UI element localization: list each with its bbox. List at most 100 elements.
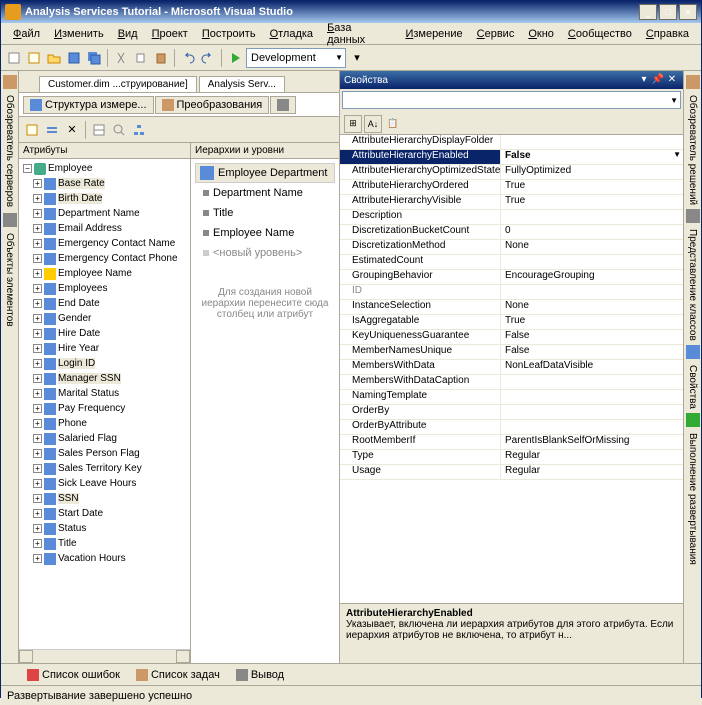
expand-icon[interactable]: + bbox=[33, 374, 42, 383]
hierarchy-level[interactable]: Employee Name bbox=[195, 223, 335, 243]
tab-properties[interactable]: Свойства bbox=[686, 361, 699, 413]
menu-service[interactable]: Сервис bbox=[471, 26, 521, 42]
menu-window[interactable]: Окно bbox=[522, 26, 560, 42]
subtab-more[interactable] bbox=[270, 96, 296, 114]
attribute-item[interactable]: +Sick Leave Hours bbox=[19, 476, 190, 491]
attribute-item[interactable]: +End Date bbox=[19, 296, 190, 311]
expand-icon[interactable]: + bbox=[33, 179, 42, 188]
expand-icon[interactable]: + bbox=[33, 404, 42, 413]
attribute-item[interactable]: +Sales Person Flag bbox=[19, 446, 190, 461]
save-icon[interactable] bbox=[65, 49, 83, 67]
expand-icon[interactable]: + bbox=[33, 464, 42, 473]
expand-icon[interactable]: + bbox=[33, 509, 42, 518]
hierarchy-level[interactable]: Title bbox=[195, 203, 335, 223]
attribute-item[interactable]: +Hire Year bbox=[19, 341, 190, 356]
property-row[interactable]: TypeRegular bbox=[340, 450, 683, 465]
properties-icon[interactable]: 📋 bbox=[384, 115, 402, 133]
property-row[interactable]: Description bbox=[340, 210, 683, 225]
hierarchy-group[interactable]: Employee Department bbox=[195, 163, 335, 183]
attribute-item[interactable]: +Gender bbox=[19, 311, 190, 326]
expand-icon[interactable]: + bbox=[33, 479, 42, 488]
tab-deployment[interactable]: Выполнение развертывания bbox=[686, 429, 699, 569]
property-row[interactable]: GroupingBehaviorEncourageGrouping bbox=[340, 270, 683, 285]
attribute-item[interactable]: +Employee Name bbox=[19, 266, 190, 281]
subtab-transforms[interactable]: Преобразования bbox=[155, 96, 270, 114]
close-panel-icon[interactable]: ✕ bbox=[665, 74, 679, 86]
property-row[interactable]: AttributeHierarchyOrderedTrue bbox=[340, 180, 683, 195]
expand-icon[interactable]: + bbox=[33, 434, 42, 443]
server-explorer-icon[interactable] bbox=[3, 75, 17, 89]
paste-icon[interactable] bbox=[152, 49, 170, 67]
attribute-item[interactable]: +Vacation Hours bbox=[19, 551, 190, 566]
hierarchy-level[interactable]: Department Name bbox=[195, 183, 335, 203]
property-row[interactable]: RootMemberIfParentIsBlankSelfOrMissing bbox=[340, 435, 683, 450]
menu-file[interactable]: Файл bbox=[7, 26, 46, 42]
menu-edit[interactable]: Изменить bbox=[48, 26, 110, 42]
menu-project[interactable]: Проект bbox=[146, 26, 194, 42]
redo-icon[interactable] bbox=[199, 49, 217, 67]
expand-icon[interactable]: + bbox=[33, 254, 42, 263]
property-row[interactable]: IsAggregatableTrue bbox=[340, 315, 683, 330]
expand-icon[interactable]: + bbox=[33, 284, 42, 293]
attribute-item[interactable]: +Hire Date bbox=[19, 326, 190, 341]
attribute-item[interactable]: +Marital Status bbox=[19, 386, 190, 401]
btab-tasklist[interactable]: Список задач bbox=[130, 668, 226, 682]
dropdown-chevron-icon[interactable]: ▾ bbox=[348, 49, 366, 67]
attribute-item[interactable]: +SSN bbox=[19, 491, 190, 506]
property-row[interactable]: AttributeHierarchyVisibleTrue bbox=[340, 195, 683, 210]
property-row[interactable]: AttributeHierarchyEnabledFalse bbox=[340, 150, 683, 165]
attribute-item[interactable]: +Emergency Contact Name bbox=[19, 236, 190, 251]
view-icon[interactable] bbox=[43, 121, 61, 139]
menu-dimension[interactable]: Измерение bbox=[399, 26, 468, 42]
pin-icon[interactable]: ▾ bbox=[637, 74, 651, 86]
property-row[interactable]: OrderBy bbox=[340, 405, 683, 420]
alphabetical-icon[interactable]: A↓ bbox=[364, 115, 382, 133]
attribute-item[interactable]: +Base Rate bbox=[19, 176, 190, 191]
copy-icon[interactable] bbox=[132, 49, 150, 67]
menu-database[interactable]: База данных bbox=[321, 20, 397, 48]
doctab-analysis[interactable]: Analysis Serv... bbox=[199, 76, 285, 92]
property-row[interactable]: AttributeHierarchyDisplayFolder bbox=[340, 135, 683, 150]
attribute-item[interactable]: +Title bbox=[19, 536, 190, 551]
expand-icon[interactable]: + bbox=[33, 524, 42, 533]
property-row[interactable]: NamingTemplate bbox=[340, 390, 683, 405]
expand-icon[interactable]: + bbox=[33, 554, 42, 563]
zoom-icon[interactable] bbox=[110, 121, 128, 139]
property-row[interactable]: OrderByAttribute bbox=[340, 420, 683, 435]
new-level[interactable]: <новый уровень> bbox=[195, 243, 335, 263]
attribute-item[interactable]: +Status bbox=[19, 521, 190, 536]
property-row[interactable]: DiscretizationMethodNone bbox=[340, 240, 683, 255]
property-row[interactable]: UsageRegular bbox=[340, 465, 683, 480]
expand-icon[interactable]: + bbox=[33, 539, 42, 548]
attribute-item[interactable]: +Sales Territory Key bbox=[19, 461, 190, 476]
expand-icon[interactable]: + bbox=[33, 239, 42, 248]
property-grid[interactable]: AttributeHierarchyDisplayFolderAttribute… bbox=[340, 135, 683, 603]
class-view-icon[interactable] bbox=[686, 209, 700, 223]
minimize-button[interactable]: _ bbox=[639, 4, 657, 20]
undo-icon[interactable] bbox=[179, 49, 197, 67]
saveall-icon[interactable] bbox=[85, 49, 103, 67]
table-icon[interactable] bbox=[90, 121, 108, 139]
property-row[interactable]: ID bbox=[340, 285, 683, 300]
maximize-button[interactable]: □ bbox=[659, 4, 677, 20]
expand-icon[interactable]: + bbox=[33, 224, 42, 233]
toolbox-icon[interactable] bbox=[3, 213, 17, 227]
process-icon[interactable] bbox=[23, 121, 41, 139]
property-row[interactable]: MembersWithDataNonLeafDataVisible bbox=[340, 360, 683, 375]
attribute-item[interactable]: +Salaried Flag bbox=[19, 431, 190, 446]
menu-debug[interactable]: Отладка bbox=[264, 26, 320, 42]
tree-icon[interactable] bbox=[130, 121, 148, 139]
object-selector[interactable] bbox=[342, 91, 681, 109]
pin-icon[interactable]: 📌 bbox=[651, 74, 665, 86]
attribute-item[interactable]: +Start Date bbox=[19, 506, 190, 521]
delete-icon[interactable]: ✕ bbox=[63, 121, 81, 139]
attribute-item[interactable]: +Pay Frequency bbox=[19, 401, 190, 416]
expand-icon[interactable]: + bbox=[33, 209, 42, 218]
attribute-item[interactable]: +Department Name bbox=[19, 206, 190, 221]
deployment-icon[interactable] bbox=[686, 413, 700, 427]
expand-icon[interactable]: + bbox=[33, 194, 42, 203]
expand-icon[interactable]: + bbox=[33, 419, 42, 428]
hscroll[interactable] bbox=[19, 649, 190, 663]
categorized-icon[interactable]: ⊞ bbox=[344, 115, 362, 133]
property-row[interactable]: EstimatedCount bbox=[340, 255, 683, 270]
